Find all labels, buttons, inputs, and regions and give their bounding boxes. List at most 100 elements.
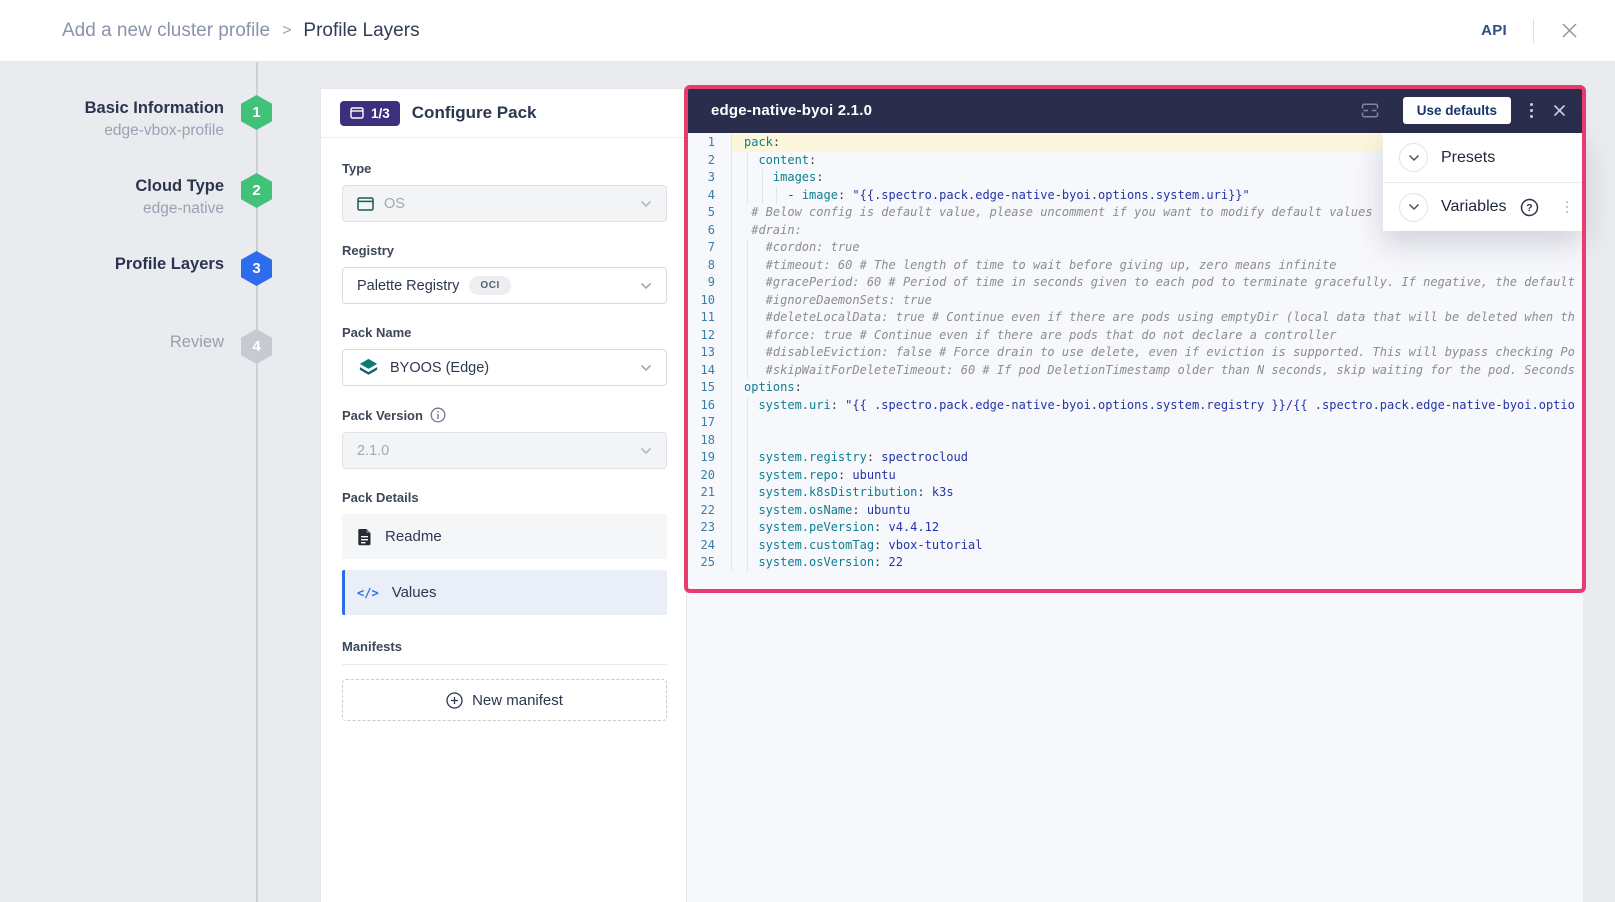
page-title: Profile Layers (303, 20, 419, 42)
svg-text:?: ? (1526, 202, 1532, 214)
step-title: Profile Layers (115, 253, 224, 275)
close-icon[interactable] (1560, 21, 1579, 40)
step-number-badge: 4 (241, 329, 272, 364)
line-number: 3 (687, 169, 731, 187)
variables-label: Variables (1441, 198, 1507, 216)
variables-section-toggle[interactable]: Variables ? (1383, 182, 1583, 231)
api-button[interactable]: API (1481, 22, 1507, 39)
code-line[interactable]: 13 #disableEviction: false # Force drain… (687, 344, 1583, 362)
code-line[interactable]: 10 #ignoreDaemonSets: true (687, 292, 1583, 310)
chevron-down-icon (640, 278, 652, 294)
panel-title: Configure Pack (412, 103, 537, 123)
registry-select[interactable]: Palette Registry OCI (342, 267, 667, 304)
code-line[interactable]: 15options: (687, 379, 1583, 397)
chevron-down-icon (1399, 143, 1428, 172)
app-header: Add a new cluster profile > Profile Laye… (0, 0, 1615, 62)
help-icon[interactable]: ? (1520, 198, 1539, 217)
type-value: OS (384, 196, 405, 212)
pack-version-select[interactable]: 2.1.0 (342, 432, 667, 469)
plus-circle-icon (446, 692, 463, 709)
line-number: 2 (687, 152, 731, 170)
editor-kebab-menu-icon[interactable] (1528, 101, 1535, 120)
os-icon (357, 197, 374, 211)
editor-header: edge-native-byoi 2.1.0 Use defaults (687, 88, 1583, 133)
code-line[interactable]: 18 (687, 432, 1583, 450)
step-title: Cloud Type (135, 175, 224, 197)
line-number: 6 (687, 222, 731, 240)
code-line[interactable]: 19 system.registry: spectrocloud (687, 449, 1583, 467)
layers-icon (350, 107, 364, 119)
readme-tab-label: Readme (385, 528, 442, 545)
pack-version-value: 2.1.0 (357, 443, 389, 459)
step-subtitle: edge-native (135, 197, 224, 220)
editor-close-icon[interactable] (1552, 103, 1567, 118)
code-line[interactable]: 17 (687, 414, 1583, 432)
configure-pack-panel: 1/3 Configure Pack Type OS Registry Pale… (320, 88, 687, 902)
registry-label: Registry (342, 243, 667, 258)
line-number: 15 (687, 379, 731, 397)
variables-kebab-menu-icon[interactable] (1564, 199, 1571, 216)
chevron-down-icon (640, 360, 652, 376)
step-title: Review (170, 331, 224, 353)
chevron-down-icon (1399, 193, 1428, 222)
editor-actions: Use defaults (1360, 97, 1567, 124)
configure-pack-body: Type OS Registry Palette Registry OCI Pa… (321, 138, 686, 741)
line-number: 9 (687, 274, 731, 292)
code-line[interactable]: 7 #cordon: true (687, 239, 1583, 257)
wizard-stepper: Basic Information edge-vbox-profile 1 Cl… (0, 62, 320, 902)
chevron-down-icon (640, 443, 652, 459)
sidebar-item-profile-layers[interactable]: Profile Layers 3 (115, 251, 272, 286)
yaml-code-editor[interactable]: 1pack:2 content:3 images:4 - image: "{{.… (687, 133, 1583, 902)
line-number: 5 (687, 204, 731, 222)
pack-details-values-tab[interactable]: </> Values (342, 570, 667, 615)
pack-name-label: Pack Name (342, 325, 667, 340)
editor-region: edge-native-byoi 2.1.0 Use defaults 1pac… (687, 88, 1615, 902)
new-manifest-button[interactable]: New manifest (342, 679, 667, 721)
line-number: 1 (687, 134, 731, 152)
split-view-icon[interactable] (1360, 102, 1380, 119)
breadcrumb: Add a new cluster profile > Profile Laye… (62, 20, 420, 42)
line-number: 12 (687, 327, 731, 345)
pack-details-readme-tab[interactable]: Readme (342, 514, 667, 559)
code-icon: </> (357, 586, 379, 600)
code-line[interactable]: 23 system.peVersion: v4.4.12 (687, 519, 1583, 537)
header-divider (1533, 19, 1534, 43)
step-title: Basic Information (85, 97, 224, 119)
pack-name-value: BYOOS (Edge) (390, 360, 489, 376)
line-number: 16 (687, 397, 731, 415)
line-number: 4 (687, 187, 731, 205)
code-line[interactable]: 9 #gracePeriod: 60 # Period of time in s… (687, 274, 1583, 292)
breadcrumb-parent-link[interactable]: Add a new cluster profile (62, 20, 270, 42)
line-number: 7 (687, 239, 731, 257)
use-defaults-button[interactable]: Use defaults (1403, 97, 1511, 124)
chevron-down-icon (640, 196, 652, 212)
line-number: 25 (687, 554, 731, 572)
code-line[interactable]: 11 #deleteLocalData: true # Continue eve… (687, 309, 1583, 327)
line-number: 8 (687, 257, 731, 275)
line-number: 13 (687, 344, 731, 362)
line-number: 18 (687, 432, 731, 450)
code-line[interactable]: 21 system.k8sDistribution: k3s (687, 484, 1583, 502)
code-line[interactable]: 8 #timeout: 60 # The length of time to w… (687, 257, 1583, 275)
code-line[interactable]: 20 system.repo: ubuntu (687, 467, 1583, 485)
editor-pack-title: edge-native-byoi 2.1.0 (711, 102, 872, 119)
sidebar-item-review[interactable]: Review 4 (170, 329, 272, 364)
type-select[interactable]: OS (342, 185, 667, 222)
sidebar-item-cloud-type[interactable]: Cloud Type edge-native 2 (135, 173, 272, 220)
pack-name-select[interactable]: BYOOS (Edge) (342, 349, 667, 386)
pack-details-label: Pack Details (342, 490, 667, 505)
sidebar-item-basic-information[interactable]: Basic Information edge-vbox-profile 1 (85, 95, 272, 142)
code-line[interactable]: 25 system.osVersion: 22 (687, 554, 1583, 572)
code-line[interactable]: 16 system.uri: "{{ .spectro.pack.edge-na… (687, 397, 1583, 415)
line-number: 19 (687, 449, 731, 467)
byoos-pack-icon (357, 356, 380, 379)
code-line[interactable]: 24 system.customTag: vbox-tutorial (687, 537, 1583, 555)
line-number: 22 (687, 502, 731, 520)
values-tab-label: Values (392, 584, 437, 601)
presets-section-toggle[interactable]: Presets (1383, 133, 1583, 182)
code-line[interactable]: 14 #skipWaitForDeleteTimeout: 60 # If po… (687, 362, 1583, 380)
code-line[interactable]: 12 #force: true # Continue even if there… (687, 327, 1583, 345)
line-number: 24 (687, 537, 731, 555)
header-actions: API (1481, 19, 1579, 43)
code-line[interactable]: 22 system.osName: ubuntu (687, 502, 1583, 520)
